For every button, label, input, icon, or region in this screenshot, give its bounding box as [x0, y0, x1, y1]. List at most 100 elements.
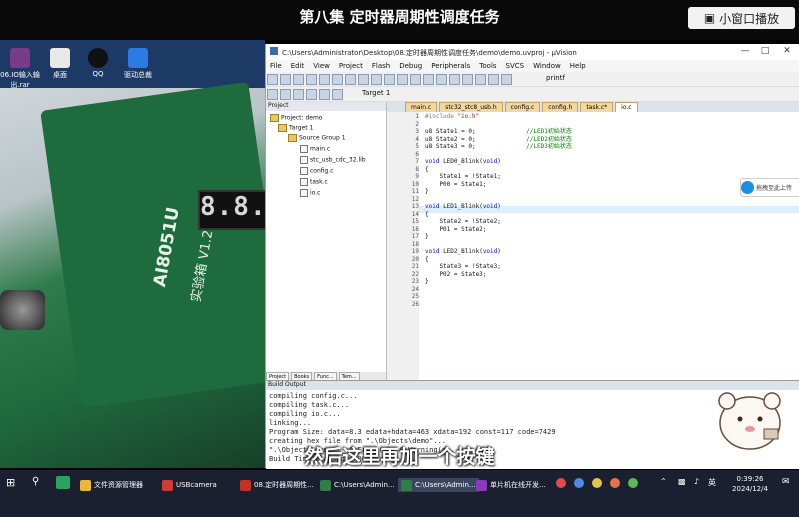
code-line[interactable]: 25 — [409, 293, 572, 301]
menu-debug[interactable]: Debug — [399, 62, 422, 70]
code-editor[interactable]: main.c stc32_stc8_usb.h config.c config.… — [387, 102, 799, 380]
cut-icon[interactable] — [319, 74, 330, 85]
menu-flash[interactable]: Flash — [372, 62, 390, 70]
code-line[interactable]: 7 void LED0_Blink(void) — [409, 158, 572, 166]
code-line[interactable]: 1 #include "io.h" — [409, 113, 572, 121]
new-file-icon[interactable] — [267, 74, 278, 85]
tree-file-io[interactable]: io.c — [300, 189, 320, 197]
code-line[interactable]: 20{ — [409, 256, 572, 264]
taskbar-item-usbcamera[interactable]: USBcamera — [162, 478, 217, 492]
taskbar-item-uvision-1[interactable]: C:\Users\Admin... — [320, 478, 395, 492]
comment-icon[interactable] — [475, 74, 486, 85]
bookmark-prev-icon[interactable] — [423, 74, 434, 85]
find-field[interactable]: printf — [546, 74, 565, 82]
editor-tab-usb-header[interactable]: stc32_stc8_usb.h — [439, 102, 503, 112]
code-line[interactable]: 5 u8 State3 = 0; //LED3初始状态 — [409, 143, 571, 151]
minimize-icon[interactable]: — — [736, 46, 754, 58]
menu-view[interactable]: View — [313, 62, 330, 70]
wechat-icon[interactable] — [56, 476, 70, 489]
notification-icon[interactable]: ✉ — [782, 477, 790, 487]
start-icon[interactable]: ⊞ — [6, 476, 15, 489]
download-icon[interactable] — [332, 89, 343, 100]
window-titlebar[interactable]: C:\Users\Administrator\Desktop\08.定时器周期性… — [266, 44, 799, 60]
taskbar-clock[interactable]: 0:39:26 2024/12/4 — [728, 474, 772, 494]
menu-window[interactable]: Window — [533, 62, 561, 70]
code-line[interactable]: 6 — [409, 151, 572, 159]
code-line[interactable]: 11} — [409, 188, 572, 196]
open-icon[interactable] — [280, 74, 291, 85]
menu-project[interactable]: Project — [339, 62, 363, 70]
code-line[interactable]: 12 — [409, 196, 572, 204]
tree-file-config[interactable]: config.c — [300, 167, 334, 175]
code-line[interactable]: 19 void LED2_Blink(void) — [409, 248, 572, 256]
tree-file-task[interactable]: task.c — [300, 178, 328, 186]
tray-app-icon[interactable] — [592, 478, 602, 488]
taskbar-item-explorer[interactable]: 文件资源管理器 — [80, 478, 143, 492]
code-content[interactable]: 1 #include "io.h" 2 3 u8 State1 = 0; //LED1初… — [409, 113, 572, 308]
code-line[interactable]: 24 — [409, 286, 572, 294]
tree-file-main[interactable]: main.c — [300, 145, 330, 153]
code-line[interactable]: 9 State1 = !State1; — [409, 173, 572, 181]
tray-app-icon[interactable] — [574, 478, 584, 488]
tree-file-lib[interactable]: stc_usb_cdc_32.lib — [300, 156, 366, 164]
menu-file[interactable]: File — [270, 62, 282, 70]
target-select[interactable]: Target 1 — [362, 89, 390, 97]
code-line[interactable]: 10 P00 = State1; — [409, 181, 572, 189]
menu-svcs[interactable]: SVCS — [506, 62, 525, 70]
batch-build-icon[interactable] — [306, 89, 317, 100]
bookmark-next-icon[interactable] — [436, 74, 447, 85]
tray-app-icon[interactable] — [556, 478, 566, 488]
tree-project[interactable]: Project: demo — [270, 114, 322, 122]
save-all-icon[interactable] — [306, 74, 317, 85]
tray-app-icon[interactable] — [610, 478, 620, 488]
menu-edit[interactable]: Edit — [291, 62, 305, 70]
editor-tab-io[interactable]: io.c — [615, 102, 638, 112]
paste-icon[interactable] — [345, 74, 356, 85]
redo-icon[interactable] — [371, 74, 382, 85]
editor-tab-config-c[interactable]: config.c — [504, 102, 541, 112]
code-line[interactable]: 21 State3 = !State3; — [409, 263, 572, 271]
copy-icon[interactable] — [332, 74, 343, 85]
code-line[interactable]: 23} — [409, 278, 572, 286]
network-icon[interactable]: ▩ — [678, 477, 686, 486]
bookmark-icon[interactable] — [410, 74, 421, 85]
taskbar-item-mcu-dev[interactable]: 单片机在线开发... — [476, 478, 546, 492]
desktop-icon-rar[interactable]: 06.IO输入输出.rar — [0, 48, 40, 90]
desktop-icon-driver[interactable]: 驱动总裁 — [118, 48, 158, 80]
menu-help[interactable]: Help — [570, 62, 586, 70]
ime-indicator[interactable]: 英 — [708, 477, 716, 488]
code-line[interactable]: 26 — [409, 301, 572, 309]
stop-build-icon[interactable] — [319, 89, 330, 100]
code-line[interactable]: 14{ — [409, 211, 572, 219]
unindent-icon[interactable] — [462, 74, 473, 85]
code-line[interactable]: 4 u8 State2 = 0; //LED2初始状态 — [409, 136, 571, 144]
forward-icon[interactable] — [397, 74, 408, 85]
desktop-icon-qq[interactable]: QQ — [78, 48, 118, 78]
taskbar-item-doc[interactable]: 08.定时器周期性... — [240, 478, 314, 492]
code-line[interactable]: 2 — [409, 121, 572, 129]
maximize-icon[interactable]: □ — [756, 46, 774, 58]
taskbar-item-uvision-2[interactable]: C:\Users\Admin... — [398, 478, 479, 492]
menu-peripherals[interactable]: Peripherals — [431, 62, 470, 70]
code-line[interactable]: 15 State2 = !State2; — [409, 218, 572, 226]
volume-icon[interactable]: ♪ — [694, 477, 699, 486]
tray-app-icon[interactable] — [628, 478, 638, 488]
tree-source-group[interactable]: Source Group 1 — [288, 134, 346, 142]
back-icon[interactable] — [384, 74, 395, 85]
code-line[interactable]: 16 P01 = State2; — [409, 226, 572, 234]
rebuild-icon[interactable] — [293, 89, 304, 100]
code-line[interactable]: 18 — [409, 241, 572, 249]
editor-tab-main[interactable]: main.c — [405, 102, 438, 112]
menu-tools[interactable]: Tools — [479, 62, 496, 70]
editor-tab-config-h[interactable]: config.h — [542, 102, 579, 112]
indent-icon[interactable] — [449, 74, 460, 85]
undo-icon[interactable] — [358, 74, 369, 85]
build-icon[interactable] — [280, 89, 291, 100]
tree-target[interactable]: Target 1 — [278, 124, 313, 132]
code-line[interactable]: 13 void LED1_Blink(void) — [409, 203, 572, 211]
code-line[interactable]: 8{ — [409, 166, 572, 174]
mini-window-button[interactable]: ▣ 小窗口播放 — [688, 7, 795, 29]
uncomment-icon[interactable] — [488, 74, 499, 85]
translate-icon[interactable] — [267, 89, 278, 100]
desktop-icon-desktop[interactable]: 桌面 — [40, 48, 80, 80]
